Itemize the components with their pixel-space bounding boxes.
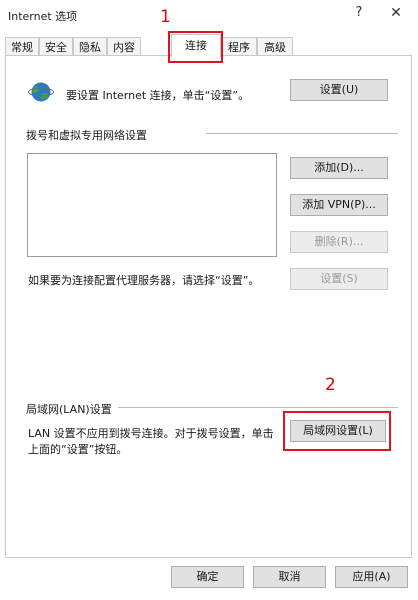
lan-divider: [118, 407, 398, 408]
tab-advanced[interactable]: 高级: [257, 37, 293, 56]
tab-strip: 常规 安全 隐私 内容 连接 程序 高级: [5, 34, 415, 57]
annotation-box-lan-button: [283, 411, 391, 451]
lan-description-line2: 上面的“设置”按钮。: [28, 443, 128, 456]
close-button[interactable]: ✕: [384, 2, 408, 24]
proxy-instruction: 如果要为连接配置代理服务器，请选择“设置”。: [28, 274, 260, 287]
add-connection-button[interactable]: 添加(D)...: [290, 157, 388, 179]
internet-options-dialog: Internet 选项 ? ✕ 常规 安全 隐私 内容 连接 程序 高级 要设置…: [0, 0, 418, 600]
proxy-settings-button[interactable]: 设置(S): [290, 268, 388, 290]
dialup-divider: [206, 133, 398, 134]
tab-programs[interactable]: 程序: [221, 37, 257, 56]
tab-general[interactable]: 常规: [5, 37, 39, 56]
annotation-step-1: 1: [160, 7, 171, 27]
apply-button[interactable]: 应用(A): [335, 566, 408, 588]
setup-button[interactable]: 设置(U): [290, 79, 388, 101]
internet-globe-icon: [28, 82, 54, 102]
lan-section-header: 局域网(LAN)设置: [26, 403, 112, 416]
window-title: Internet 选项: [8, 10, 78, 23]
tab-privacy[interactable]: 隐私: [73, 37, 107, 56]
title-bar: Internet 选项 ? ✕: [0, 0, 418, 28]
tab-content[interactable]: 内容: [107, 37, 141, 56]
dialup-connections-list[interactable]: [27, 153, 277, 257]
delete-connection-button[interactable]: 删除(R)...: [290, 231, 388, 253]
help-button[interactable]: ?: [348, 2, 370, 24]
cancel-button[interactable]: 取消: [253, 566, 326, 588]
setup-instruction: 要设置 Internet 连接，单击“设置”。: [66, 89, 250, 102]
annotation-step-2: 2: [325, 375, 336, 395]
tab-connections[interactable]: 连接: [171, 34, 221, 57]
add-vpn-button[interactable]: 添加 VPN(P)...: [290, 194, 388, 216]
lan-description-line1: LAN 设置不应用到拨号连接。对于拨号设置，单击: [28, 427, 274, 440]
ok-button[interactable]: 确定: [171, 566, 244, 588]
tab-security[interactable]: 安全: [39, 37, 73, 56]
dialup-section-header: 拨号和虚拟专用网络设置: [26, 129, 147, 142]
